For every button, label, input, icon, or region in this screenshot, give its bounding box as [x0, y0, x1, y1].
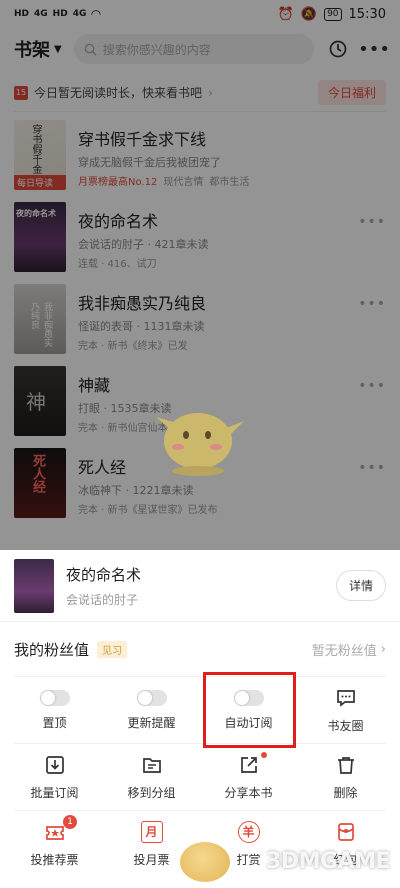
chevron-right-icon: ›	[380, 641, 386, 657]
update-reminder-toggle[interactable]: 更新提醒	[103, 677, 200, 743]
move-to-group-button[interactable]: 移到分组	[103, 744, 200, 810]
action-label: 删除	[333, 785, 358, 800]
details-button[interactable]: 详情	[335, 570, 386, 601]
mascot-illustration	[156, 413, 244, 476]
toggle-switch[interactable]	[233, 689, 264, 706]
trash-icon	[337, 756, 354, 774]
sheet-book-author: 会说话的肘子	[66, 592, 139, 607]
action-label: 移到分组	[127, 785, 176, 800]
reward-icon: 羊	[237, 820, 260, 843]
auto-subscribe-toggle[interactable]: 自动订阅	[200, 677, 297, 743]
chat-icon	[336, 689, 355, 707]
action-label: 投推荐票	[30, 852, 79, 867]
fan-value-label: 我的粉丝值	[14, 640, 90, 659]
ticket-count-badge: 1	[63, 815, 77, 829]
ticket-icon	[45, 825, 64, 840]
fan-value-row[interactable]: 我的粉丝值 见习 暂无粉丝值 ›	[0, 622, 400, 676]
delete-button[interactable]: 删除	[297, 744, 394, 810]
action-row-toggles: 置顶 更新提醒 自动订阅 书友圈	[0, 677, 400, 743]
toggle-switch[interactable]	[136, 689, 167, 706]
batch-subscribe-button[interactable]: 批量订阅	[6, 744, 103, 810]
share-book-button[interactable]: 分享本书	[200, 744, 297, 810]
sheet-book-title: 夜的命名术	[66, 565, 142, 584]
toggle-switch[interactable]	[39, 689, 70, 706]
share-icon	[240, 756, 257, 773]
pin-top-toggle[interactable]: 置顶	[6, 677, 103, 743]
book-action-sheet: 夜的命名术 会说话的肘子 详情 我的粉丝值 见习 暂无粉丝值 › 置顶 更新提醒…	[0, 550, 400, 888]
action-label: 批量订阅	[30, 785, 79, 800]
recommend-ticket-button[interactable]: 1 投推荐票	[6, 811, 103, 877]
book-friends-circle-button[interactable]: 书友圈	[297, 677, 394, 743]
action-label: 更新提醒	[127, 715, 176, 730]
folder-icon	[142, 757, 161, 773]
action-label: 自动订阅	[224, 715, 273, 730]
month-glyph: 月	[145, 825, 158, 839]
download-icon	[45, 755, 64, 774]
sheet-book-header: 夜的命名术 会说话的肘子 详情	[0, 550, 400, 622]
action-label: 打赏	[236, 852, 261, 867]
watermark: 3DMGAME	[266, 849, 390, 874]
action-row-manage: 批量订阅 移到分组 分享本书 删除	[0, 744, 400, 810]
reward-glyph: 羊	[242, 825, 255, 839]
watermark-mascot	[180, 842, 230, 882]
fan-value-text: 暂无粉丝值	[311, 643, 377, 659]
action-label: 置顶	[42, 715, 67, 730]
action-label: 分享本书	[224, 785, 273, 800]
sheet-book-cover	[14, 558, 54, 613]
action-label: 投月票	[133, 852, 170, 867]
action-label: 书友圈	[327, 718, 364, 733]
month-ticket-icon: 月	[140, 820, 163, 843]
fan-level-tag: 见习	[97, 640, 128, 658]
new-dot-badge	[261, 752, 267, 758]
red-packet-icon	[337, 822, 354, 841]
